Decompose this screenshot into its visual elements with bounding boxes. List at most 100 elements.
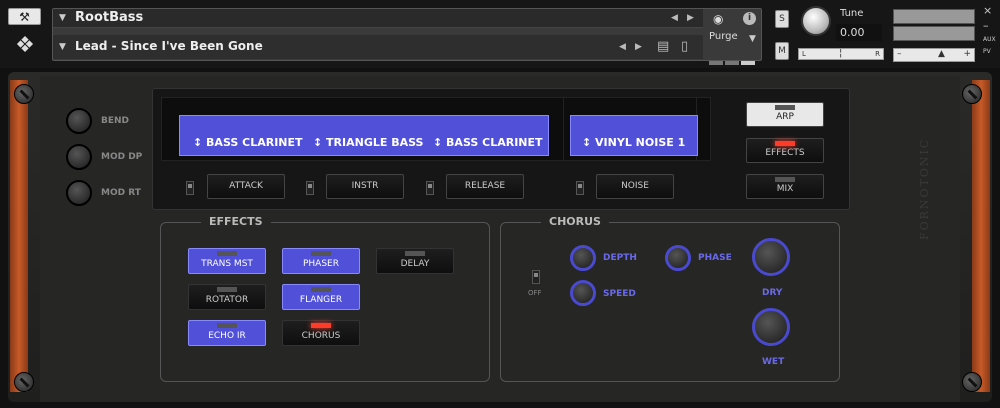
layer3-select[interactable]: ↕ BASS CLARINET [433,136,543,149]
vu-meter-left [893,9,975,24]
wrench-icon[interactable]: ⚒ [8,8,41,25]
depth-label: DEPTH [603,253,637,263]
pan-left-label: L [802,50,806,58]
flanger-button[interactable]: FLANGER [282,284,360,310]
trash-icon[interactable]: ▯ [681,39,688,54]
wood-side-right [972,80,990,392]
mod-depth-knob[interactable] [66,144,92,170]
attack-button[interactable]: ATTACK [207,174,285,199]
mod-rate-label: MOD RT [101,188,141,198]
mix-led [775,177,795,182]
echo-ir-label: ECHO IR [208,331,246,341]
arp-label: ARP [776,112,794,122]
delay-button[interactable]: DELAY [376,248,454,274]
arp-button[interactable]: ARP [746,102,824,127]
led-icon [217,287,237,292]
next-instrument-icon[interactable]: ▶ [687,13,694,23]
effects-title: EFFECTS [201,215,271,228]
next-preset-icon[interactable]: ▶ [635,42,642,52]
effects-page-button[interactable]: EFFECTS [746,138,824,163]
purge-chevron-icon[interactable]: ▼ [749,34,756,44]
vu-meter-right [893,26,975,41]
release-toggle[interactable] [426,181,434,195]
pan-slider[interactable]: L ¦ R [798,48,884,60]
wood-side-left [10,80,28,392]
phaser-label: PHASER [302,259,339,269]
minimize-icon[interactable]: – [983,19,989,32]
led-icon [405,251,425,256]
attack-toggle[interactable] [186,181,194,195]
rotator-button[interactable]: ROTATOR [188,284,266,310]
speed-knob[interactable] [570,280,596,306]
tune-value[interactable]: 0.00 [836,24,882,41]
mix-button[interactable]: MIX [746,174,824,199]
led-icon [217,251,237,256]
dry-label: DRY [762,288,783,298]
arp-led [775,105,795,110]
delay-label: DELAY [400,259,430,269]
mod-depth-label: MOD DP [101,152,143,162]
volume-handle-icon: ▲ [938,49,945,59]
preset-menu-icon[interactable]: ▼ [59,42,66,52]
vol-minus-label: – [897,49,902,59]
mod-rate-knob[interactable] [66,180,92,206]
release-button[interactable]: RELEASE [446,174,524,199]
led-icon [311,251,331,256]
screw-icon [14,84,34,104]
chorus-title: CHORUS [541,215,609,228]
camera-icon[interactable]: ◉ [713,12,723,26]
close-icon[interactable]: × [983,4,992,17]
layer1-select[interactable]: ↕ BASS CLARINET [193,136,303,149]
prev-preset-icon[interactable]: ◀ [619,42,626,52]
led-icon [311,287,331,292]
depth-knob[interactable] [570,245,596,271]
led-icon [311,323,331,328]
pan-center-marker: ¦ [839,48,843,59]
info-icon[interactable]: i [743,12,756,25]
purge-meter [709,50,757,65]
layer2-select[interactable]: ↕ TRIANGLE BASS [313,136,423,149]
instrument-menu-icon[interactable]: ▼ [59,13,66,23]
phase-label: PHASE [698,253,732,263]
bend-knob[interactable] [66,108,92,134]
trans-mst-button[interactable]: TRANS MST [188,248,266,274]
noise-button[interactable]: NOISE [596,174,674,199]
instr-toggle[interactable] [306,181,314,195]
chorus-toggle[interactable] [532,270,540,284]
aux-button[interactable]: AUX [983,36,996,43]
preset-title[interactable]: Lead - Since I've Been Gone [75,39,263,53]
effects-page-label: EFFECTS [765,148,805,158]
brand-text: FORNOTONIC [918,137,931,240]
echo-ir-button[interactable]: ECHO IR [188,320,266,346]
dry-knob[interactable] [752,238,790,276]
instrument-header: ⚒ ❖ ▼ RootBass ◀ ▶ ▼ Lead - Since I've B… [0,0,1000,68]
mix-label: MIX [776,184,794,194]
chorus-section: CHORUS [500,215,840,382]
pv-button[interactable]: PV [983,48,991,55]
chorus-fx-button[interactable]: CHORUS [282,320,360,346]
tune-knob[interactable] [801,6,831,36]
effects-led [775,141,795,146]
instrument-row: ▼ RootBass ◀ ▶ [53,9,703,28]
instrument-box: ▼ RootBass ◀ ▶ ▼ Lead - Since I've Been … [52,8,762,65]
rotator-label: ROTATOR [205,295,249,305]
phaser-button[interactable]: PHASER [282,248,360,274]
flanger-label: FLANGER [299,295,343,305]
volume-slider[interactable]: – ▲ + [893,48,975,62]
noise-select[interactable]: ↕ VINYL NOISE 1 [582,136,685,149]
instrument-title[interactable]: RootBass [75,10,143,25]
prev-instrument-icon[interactable]: ◀ [671,13,678,23]
trans-mst-label: TRANS MST [201,259,253,269]
logo-icon: ❖ [15,33,35,58]
screw-icon [14,372,34,392]
led-icon [217,323,237,328]
wet-knob[interactable] [752,308,790,346]
phase-knob[interactable] [665,245,691,271]
chorus-off-label: OFF [528,289,542,297]
purge-menu[interactable]: Purge [709,31,738,42]
instr-button[interactable]: INSTR [326,174,404,199]
noise-toggle[interactable] [576,181,584,195]
mute-button[interactable]: M [775,42,789,60]
solo-button[interactable]: S [775,10,789,28]
save-icon[interactable]: ▤ [657,39,669,54]
